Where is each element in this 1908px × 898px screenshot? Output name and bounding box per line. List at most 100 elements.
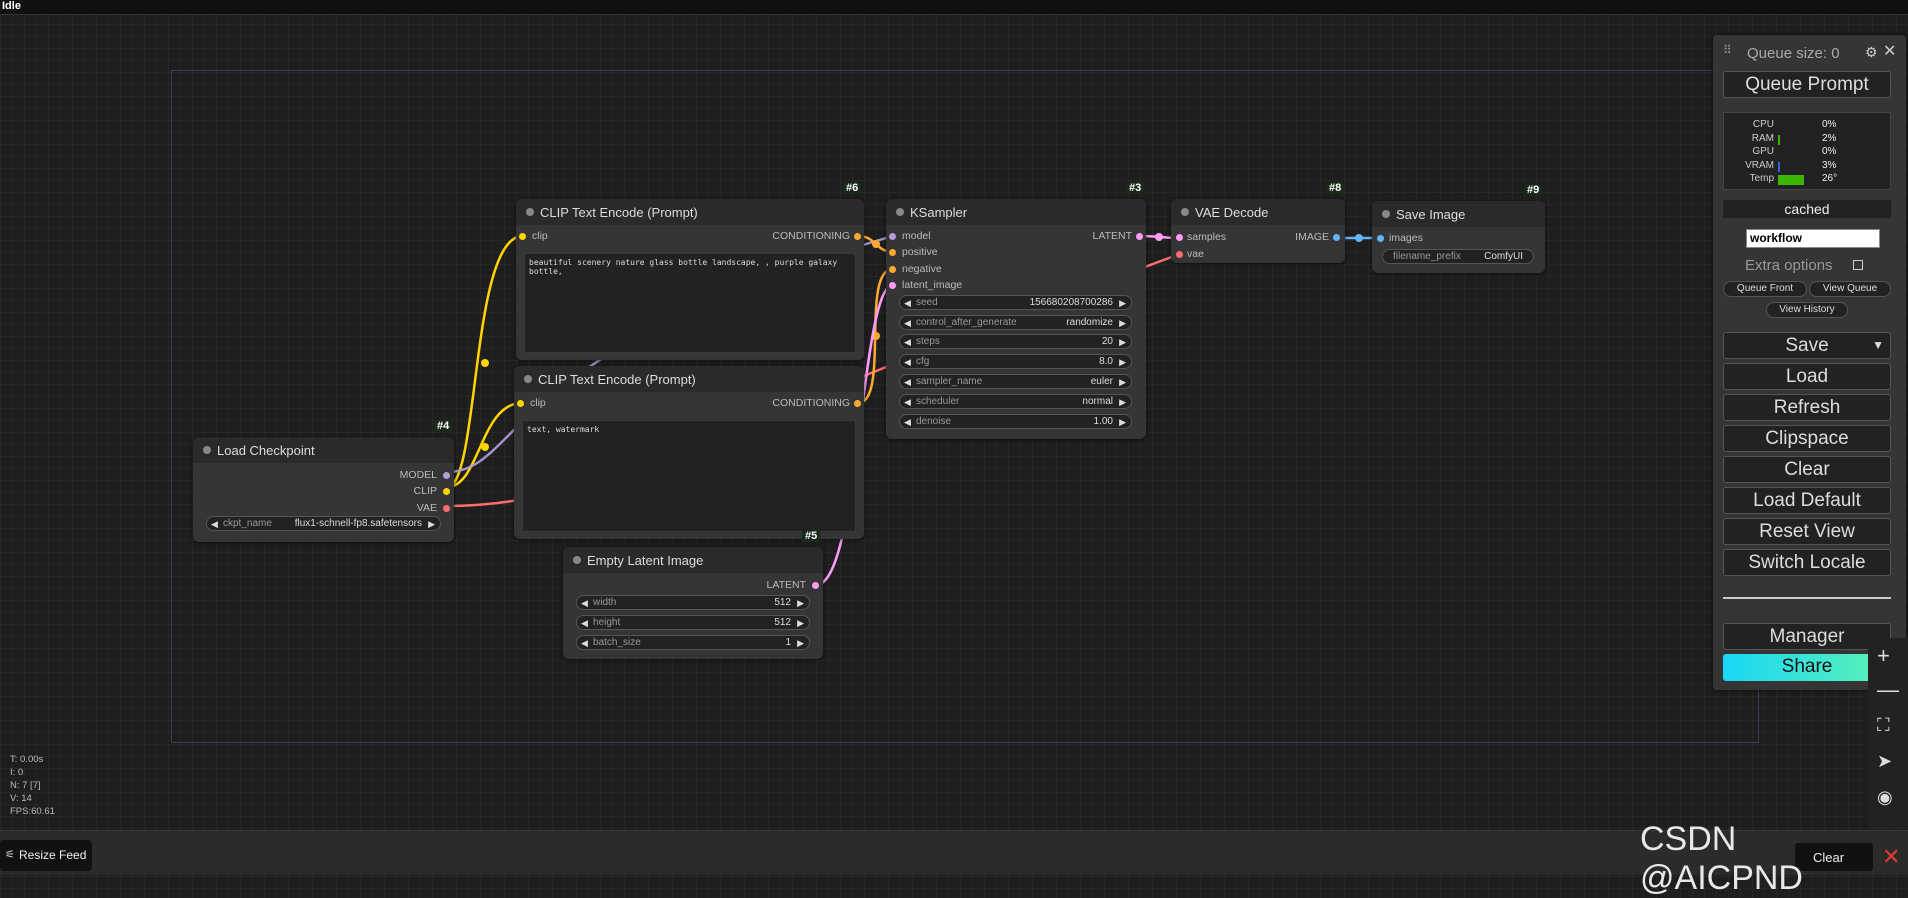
increment-arrow-icon[interactable]: ▶ xyxy=(1119,355,1126,369)
resize-feed-button[interactable]: ⚟ Resize Feed xyxy=(0,840,92,871)
fit-view-icon[interactable]: ⛶ xyxy=(1877,715,1890,736)
zoom-in-icon[interactable]: + xyxy=(1877,643,1890,669)
node-clip-text-encode-negative[interactable]: CLIP Text Encode (Prompt) clip CONDITION… xyxy=(514,366,864,539)
widget-height[interactable]: ◀ height 512 ▶ xyxy=(576,615,810,630)
node-ksampler[interactable]: KSampler model positive negative latent_… xyxy=(886,199,1146,439)
queue-front-button[interactable]: Queue Front xyxy=(1723,281,1807,297)
increment-arrow-icon[interactable]: ▶ xyxy=(1119,395,1126,409)
node-vae-decode[interactable]: VAE Decode samples vae IMAGE xyxy=(1171,199,1345,263)
decrement-arrow-icon[interactable]: ◀ xyxy=(904,296,911,310)
prompt-textarea[interactable]: beautiful scenery nature glass bottle la… xyxy=(524,253,856,353)
manager-button[interactable]: Manager xyxy=(1723,623,1891,650)
view-queue-button[interactable]: View Queue xyxy=(1809,281,1891,297)
output-slot-dot[interactable] xyxy=(854,233,861,240)
node-header[interactable]: KSampler xyxy=(886,199,1146,225)
collapse-dot[interactable] xyxy=(896,208,904,216)
node-clip-text-encode-positive[interactable]: CLIP Text Encode (Prompt) clip CONDITION… xyxy=(516,199,864,360)
drag-handle-icon[interactable]: ⠿ xyxy=(1723,43,1732,57)
collapse-dot[interactable] xyxy=(1382,210,1390,218)
view-history-button[interactable]: View History xyxy=(1766,302,1848,318)
input-slot-dot[interactable] xyxy=(889,282,896,289)
refresh-button[interactable]: Refresh xyxy=(1723,394,1891,421)
increment-arrow-icon[interactable]: ▶ xyxy=(428,517,435,531)
decrement-arrow-icon[interactable]: ◀ xyxy=(904,355,911,369)
output-slot-dot[interactable] xyxy=(1136,233,1143,240)
increment-arrow-icon[interactable]: ▶ xyxy=(1119,415,1126,429)
decrement-arrow-icon[interactable]: ◀ xyxy=(904,335,911,349)
node-header[interactable]: Save Image xyxy=(1372,201,1545,227)
load-default-button[interactable]: Load Default xyxy=(1723,487,1891,514)
increment-arrow-icon[interactable]: ▶ xyxy=(797,616,804,630)
collapse-dot[interactable] xyxy=(526,208,534,216)
gear-icon[interactable]: ⚙ xyxy=(1865,44,1878,61)
node-header[interactable]: CLIP Text Encode (Prompt) xyxy=(514,366,864,392)
output-slot-dot[interactable] xyxy=(1333,234,1340,241)
increment-arrow-icon[interactable]: ▶ xyxy=(1119,375,1126,389)
widget-scheduler[interactable]: ◀ scheduler normal ▶ xyxy=(899,394,1132,409)
extra-options-checkbox[interactable] xyxy=(1853,260,1863,270)
node-header[interactable]: CLIP Text Encode (Prompt) xyxy=(516,199,864,225)
widget-filename-prefix[interactable]: filename_prefix ComfyUI xyxy=(1382,249,1534,264)
increment-arrow-icon[interactable]: ▶ xyxy=(797,636,804,650)
load-button[interactable]: Load xyxy=(1723,363,1891,390)
input-slot-dot[interactable] xyxy=(889,266,896,273)
collapse-dot[interactable] xyxy=(524,375,532,383)
reset-view-button[interactable]: Reset View xyxy=(1723,518,1891,545)
output-slot-dot[interactable] xyxy=(812,582,819,589)
share-button[interactable]: Share xyxy=(1723,654,1891,681)
clear-button[interactable]: Clear xyxy=(1723,456,1891,483)
decrement-arrow-icon[interactable]: ◀ xyxy=(581,636,588,650)
decrement-arrow-icon[interactable]: ◀ xyxy=(904,395,911,409)
input-slot-dot[interactable] xyxy=(1176,234,1183,241)
input-slot-dot[interactable] xyxy=(1176,251,1183,258)
eye-icon[interactable]: ◉ xyxy=(1877,787,1893,808)
decrement-arrow-icon[interactable]: ◀ xyxy=(904,375,911,389)
navigate-icon[interactable]: ➤ xyxy=(1877,751,1892,772)
output-slot-dot[interactable] xyxy=(443,505,450,512)
decrement-arrow-icon[interactable]: ◀ xyxy=(581,616,588,630)
input-slot-dot[interactable] xyxy=(1377,235,1384,242)
decrement-arrow-icon[interactable]: ◀ xyxy=(581,596,588,610)
collapse-dot[interactable] xyxy=(573,556,581,564)
widget-seed[interactable]: ◀ seed 156680208700286 ▶ xyxy=(899,295,1132,310)
workflow-name-input[interactable]: workflow xyxy=(1746,229,1880,248)
close-icon[interactable]: ✕ xyxy=(1883,41,1896,61)
widget-width[interactable]: ◀ width 512 ▶ xyxy=(576,595,810,610)
output-slot-dot[interactable] xyxy=(443,488,450,495)
save-button[interactable]: Save ▼ xyxy=(1723,332,1891,359)
switch-locale-button[interactable]: Switch Locale xyxy=(1723,549,1891,576)
increment-arrow-icon[interactable]: ▶ xyxy=(797,596,804,610)
node-header[interactable]: VAE Decode xyxy=(1171,199,1345,225)
decrement-arrow-icon[interactable]: ◀ xyxy=(904,415,911,429)
collapse-dot[interactable] xyxy=(203,446,211,454)
decrement-arrow-icon[interactable]: ◀ xyxy=(904,316,911,330)
prompt-textarea[interactable]: text, watermark xyxy=(522,420,856,532)
clipspace-button[interactable]: Clipspace xyxy=(1723,425,1891,452)
node-save-image[interactable]: Save Image images filename_prefix ComfyUI xyxy=(1372,201,1545,273)
output-slot-dot[interactable] xyxy=(854,400,861,407)
widget-batch-size[interactable]: ◀ batch_size 1 ▶ xyxy=(576,635,810,650)
node-load-checkpoint[interactable]: Load Checkpoint MODEL CLIP VAE ◀ ckpt_nam… xyxy=(193,437,454,542)
input-slot-dot[interactable] xyxy=(517,400,524,407)
decrement-arrow-icon[interactable]: ◀ xyxy=(211,517,218,531)
increment-arrow-icon[interactable]: ▶ xyxy=(1119,316,1126,330)
queue-prompt-button[interactable]: Queue Prompt xyxy=(1723,71,1891,98)
zoom-out-icon[interactable]: — xyxy=(1877,677,1899,703)
widget-steps[interactable]: ◀ steps 20 ▶ xyxy=(899,334,1132,349)
collapse-dot[interactable] xyxy=(1181,208,1189,216)
widget-control-after-generate[interactable]: ◀ control_after_generate randomize ▶ xyxy=(899,315,1132,330)
widget-sampler-name[interactable]: ◀ sampler_name euler ▶ xyxy=(899,374,1132,389)
save-dropdown-arrow-icon[interactable]: ▼ xyxy=(1872,333,1884,358)
node-header[interactable]: Load Checkpoint xyxy=(193,437,454,463)
input-slot-dot[interactable] xyxy=(889,233,896,240)
widget-cfg[interactable]: ◀ cfg 8.0 ▶ xyxy=(899,354,1132,369)
increment-arrow-icon[interactable]: ▶ xyxy=(1119,335,1126,349)
input-slot-dot[interactable] xyxy=(519,233,526,240)
increment-arrow-icon[interactable]: ▶ xyxy=(1119,296,1126,310)
output-slot-dot[interactable] xyxy=(443,472,450,479)
node-header[interactable]: Empty Latent Image xyxy=(563,547,823,573)
node-empty-latent-image[interactable]: Empty Latent Image LATENT ◀ width 512 ▶ ◀ he… xyxy=(563,547,823,659)
input-slot-dot[interactable] xyxy=(889,249,896,256)
widget-denoise[interactable]: ◀ denoise 1.00 ▶ xyxy=(899,414,1132,429)
widget-ckpt-name[interactable]: ◀ ckpt_name flux1-schnell-fp8.safetensors ▶ xyxy=(206,516,441,531)
